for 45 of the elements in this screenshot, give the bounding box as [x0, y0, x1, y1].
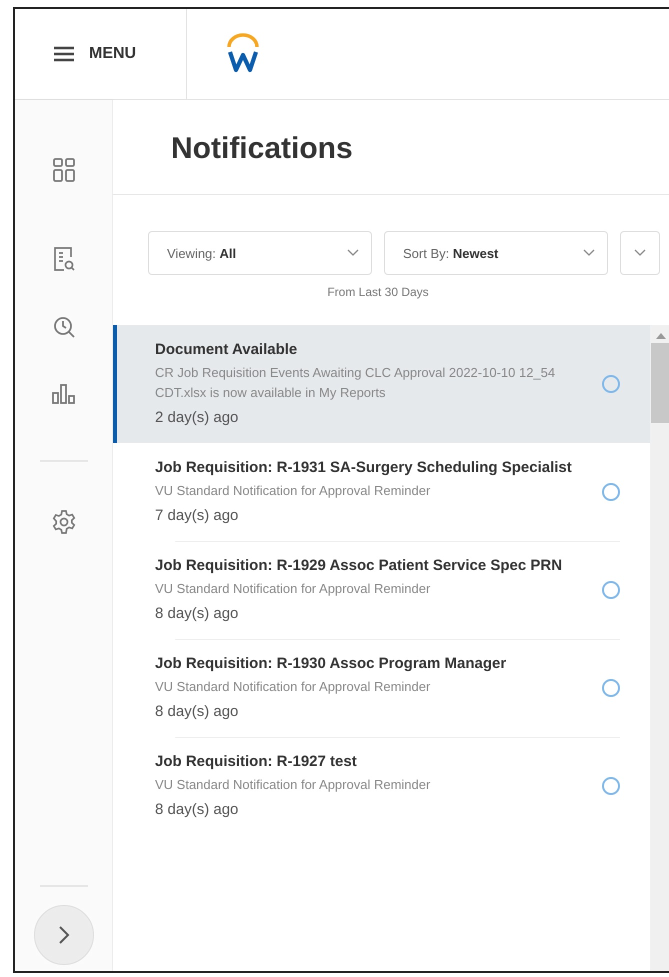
filter-dropdown[interactable]: Sort By: Newest	[384, 231, 608, 275]
notification-title: Job Requisition: R-1929 Assoc Patient Service Spec PRN	[155, 556, 564, 576]
notification-item[interactable]: Job Requisition: R-1930 Assoc Program Manager VU Standard Notification for Approval Reminder 8 day(s) ago	[113, 639, 650, 737]
history-icon[interactable]	[52, 316, 74, 338]
chevron-down-icon	[634, 249, 646, 257]
notification-item[interactable]: Job Requisition: R-1927 test VU Standard Notification for Approval Reminder 8 day(s) ago	[113, 737, 650, 835]
page-title: Notifications	[113, 100, 669, 195]
chevron-down-icon	[583, 249, 595, 257]
notification-time: 8 day(s) ago	[155, 604, 240, 624]
chevron-right-icon	[58, 925, 70, 945]
mark-read-button[interactable]	[602, 581, 620, 599]
notification-item[interactable]: Job Requisition: R-1929 Assoc Patient Service Spec PRN VU Standard Notification for Approval Reminder 8 day(s) ago	[113, 541, 650, 639]
settings-icon[interactable]	[52, 510, 76, 534]
mark-read-button[interactable]	[602, 777, 620, 795]
report-search-icon[interactable]	[52, 246, 74, 272]
scroll-up-icon[interactable]	[656, 333, 666, 339]
chevron-down-icon	[347, 249, 359, 257]
notification-description: VU Standard Notification for Approval Reminder	[155, 776, 432, 794]
notification-time: 8 day(s) ago	[155, 800, 240, 820]
notification-description: VU Standard Notification for Approval Reminder	[155, 482, 432, 500]
mark-read-button[interactable]	[602, 679, 620, 697]
more-dropdown[interactable]	[620, 231, 660, 275]
notification-time: 7 day(s) ago	[155, 506, 240, 526]
notification-title: Job Requisition: R-1930 Assoc Program Manager	[155, 654, 508, 674]
notification-description: VU Standard Notification for Approval Reminder	[155, 580, 432, 598]
mark-read-button[interactable]	[602, 375, 620, 393]
scrollbar[interactable]	[650, 325, 669, 971]
notification-description: VU Standard Notification for Approval Reminder	[155, 678, 432, 696]
dashboard-icon[interactable]	[52, 158, 74, 182]
notification-item[interactable]: Job Requisition: R-1931 SA-Surgery Scheduling Specialist VU Standard Notification for Approval Reminder 7 day(s) ago	[113, 443, 650, 541]
filter-dropdown[interactable]: Viewing: All	[148, 231, 372, 275]
notification-item[interactable]: Document Available CR Job Requisition Events Awaiting CLC Approval 2022-10-10 12_54 CDT.xlsx is now available in My Reports 2 day(s) ago	[113, 325, 650, 443]
menu-icon	[53, 46, 75, 62]
notification-time: 2 day(s) ago	[155, 408, 240, 428]
mark-read-button[interactable]	[602, 483, 620, 501]
notification-title: Document Available	[155, 340, 298, 360]
bar-chart-icon[interactable]	[52, 384, 76, 404]
logo-icon[interactable]	[225, 33, 261, 75]
notification-title: Job Requisition: R-1927 test	[155, 752, 358, 772]
date-range-text: From Last 30 Days	[326, 285, 430, 299]
notification-time: 8 day(s) ago	[155, 702, 240, 722]
scrollbar-thumb[interactable]	[651, 343, 669, 423]
notification-title: Job Requisition: R-1931 SA-Surgery Scheduling Specialist	[155, 458, 573, 478]
menu-button[interactable]: MENU	[49, 39, 140, 69]
notification-description: CR Job Requisition Events Awaiting CLC Approval 2022-10-10 12_54 CDT.xlsx is now available in My Reports	[155, 364, 556, 402]
